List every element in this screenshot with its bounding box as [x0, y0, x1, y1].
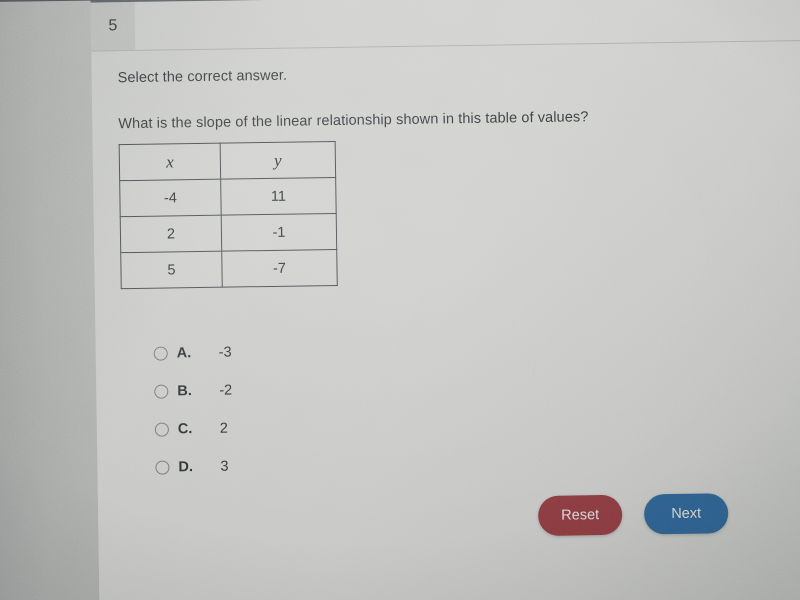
question-body: Select the correct answer. What is the s… [117, 50, 800, 487]
option-letter-d: D. [178, 459, 194, 476]
radio-button-icon-a[interactable] [153, 346, 168, 361]
answer-options: A. -3 B. -2 C. 2 D. 3 [153, 325, 800, 487]
table-cell-x: 5 [120, 251, 223, 289]
table-cell-y: -1 [221, 213, 337, 252]
radio-button-icon-c[interactable] [154, 422, 169, 437]
option-letter-c: C. [177, 421, 193, 438]
table-cell-x: -4 [119, 179, 222, 217]
values-table: x y -4 11 2 -1 5 -7 [118, 140, 338, 290]
table-cell-y: 11 [220, 177, 337, 216]
option-value-c: 2 [219, 420, 229, 437]
question-number-label: 5 [108, 17, 118, 35]
radio-button-icon-b[interactable] [154, 384, 169, 399]
next-button[interactable]: Next [643, 493, 729, 535]
table-cell-x: 2 [120, 215, 222, 253]
table-row: -4 11 [119, 177, 337, 217]
question-sheet: 5 Select the correct answer. What is the… [90, 0, 800, 600]
radio-button-icon-d[interactable] [155, 460, 170, 475]
table-header-x: x [119, 143, 221, 181]
table-header-row: x y [119, 141, 336, 181]
option-value-b: -2 [219, 382, 233, 399]
option-letter-b: B. [177, 383, 192, 400]
option-letter-a: A. [176, 345, 192, 362]
table-cell-y: -7 [221, 249, 338, 288]
question-prompt-text: What is the slope of the linear relation… [118, 109, 589, 133]
page-left-margin [0, 0, 100, 600]
table-row: 2 -1 [120, 213, 337, 253]
table-row: 5 -7 [120, 249, 338, 289]
reset-button[interactable]: Reset [537, 494, 623, 537]
option-value-a: -3 [218, 344, 232, 361]
instruction-text: Select the correct answer. [117, 67, 288, 87]
footer-button-group: Reset Next [537, 493, 729, 537]
screen-photo: 5 Select the correct answer. What is the… [0, 0, 800, 600]
question-number-badge: 5 [90, 1, 136, 51]
header-divider [91, 39, 800, 52]
quiz-screen: 5 Select the correct answer. What is the… [0, 0, 800, 600]
option-value-d: 3 [220, 458, 229, 475]
table-header-y: y [220, 141, 336, 180]
